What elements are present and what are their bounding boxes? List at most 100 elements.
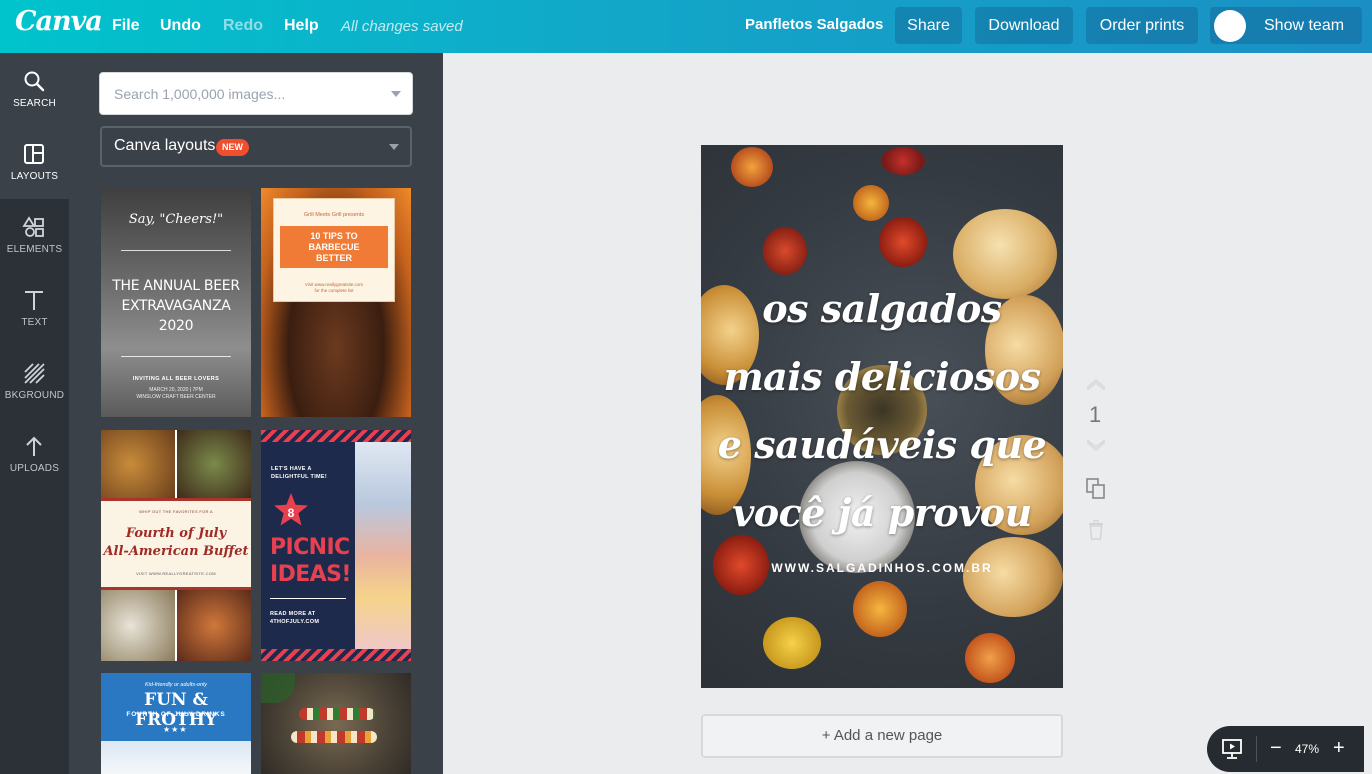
trash-icon[interactable] xyxy=(1088,520,1104,540)
template-url: READ MORE AT 4THOFJULY.COM xyxy=(270,611,320,625)
redo-button[interactable]: Redo xyxy=(223,17,263,35)
zoom-level: 47% xyxy=(1295,742,1320,756)
template-fourth-of-july-buffet[interactable]: WHIP OUT THE FAVORITES FOR A Fourth of J… xyxy=(101,430,251,661)
template-card: WHIP OUT THE FAVORITES FOR A Fourth of J… xyxy=(101,501,251,587)
stripe-border xyxy=(261,430,411,442)
template-pretitle: Kid-friendly or adults-only xyxy=(144,682,208,688)
chevron-down-icon xyxy=(389,144,399,150)
skewer-photo xyxy=(291,731,377,743)
design-page[interactable]: os salgados mais deliciosos e saudáveis … xyxy=(701,145,1063,688)
file-menu[interactable]: File xyxy=(112,17,140,35)
search-icon xyxy=(24,71,45,92)
zoom-in-button[interactable]: + xyxy=(1333,737,1345,759)
sidebar-item-label: ELEMENTS xyxy=(6,244,63,255)
text-icon xyxy=(25,291,43,310)
food-image xyxy=(963,537,1063,617)
flower-image xyxy=(731,147,773,187)
template-pretitle: Grill Meets Grill presents xyxy=(303,212,365,218)
drink-photo xyxy=(101,741,251,774)
template-title: PICNIC IDEAS! xyxy=(270,535,351,587)
template-title: 10 TIPS TO BARBECUE BETTER xyxy=(280,226,388,268)
flower-image xyxy=(853,185,889,221)
food-photo xyxy=(101,430,175,498)
leaf-photo xyxy=(261,673,295,703)
template-barbecue-tips[interactable]: Grill Meets Grill presents 10 TIPS TO BA… xyxy=(261,188,411,417)
star-icon: 8 xyxy=(274,493,308,526)
design-url[interactable]: WWW.SALGADINHOS.COM.BR xyxy=(701,561,1063,575)
sidebar-item-label: UPLOADS xyxy=(9,463,60,474)
template-details: MARCH 20, 2020 | 7PM WINSLOW CRAFT BEER … xyxy=(136,387,216,400)
sidebar-item-label: BKGROUND xyxy=(4,390,65,401)
template-subtitle: FOURTH OF JULY DRINKS xyxy=(126,711,226,718)
background-icon xyxy=(24,363,45,384)
elements-icon xyxy=(22,216,44,237)
undo-button[interactable]: Undo xyxy=(160,17,201,35)
flower-image xyxy=(879,217,927,267)
share-button[interactable]: Share xyxy=(895,7,962,44)
present-icon[interactable] xyxy=(1221,738,1243,760)
picnic-photo xyxy=(355,442,411,649)
sidebar-rail: SEARCH LAYOUTS ELEMENTS TEXT BKGROUND UP… xyxy=(0,53,69,774)
zoom-controls: − 47% + xyxy=(1207,726,1364,772)
food-photo xyxy=(177,590,251,661)
food-photo xyxy=(101,590,175,661)
design-headline[interactable]: os salgados mais deliciosos e saudáveis … xyxy=(701,275,1063,547)
sidebar-item-layouts[interactable]: LAYOUTS xyxy=(0,126,69,199)
layouts-dropdown[interactable]: Canva layouts NEW xyxy=(100,126,412,167)
layouts-icon xyxy=(24,144,44,164)
flower-image xyxy=(763,227,807,275)
sidebar-item-background[interactable]: BKGROUND xyxy=(0,345,69,418)
template-url: VISIT WWW.REALLYGREATSITE.COM xyxy=(136,571,216,576)
template-url: Visit www.reallygreatsite.com for the co… xyxy=(304,282,364,293)
flower-image xyxy=(881,147,925,175)
template-pretitle: WHIP OUT THE FAVORITES FOR A xyxy=(139,509,213,514)
divider xyxy=(270,598,346,599)
search-input[interactable] xyxy=(114,83,374,105)
template-skewers[interactable] xyxy=(261,673,411,774)
copy-page-icon[interactable] xyxy=(1086,478,1106,500)
template-beer-extravaganza[interactable]: Say, "Cheers!" THE ANNUAL BEER EXTRAVAGA… xyxy=(101,188,251,417)
template-subtitle: INVITING ALL BEER LOVERS xyxy=(132,376,220,382)
sidebar-item-label: LAYOUTS xyxy=(10,171,59,182)
divider xyxy=(121,250,231,251)
help-menu[interactable]: Help xyxy=(284,17,319,35)
skewer-photo xyxy=(299,708,375,720)
download-button[interactable]: Download xyxy=(975,7,1073,44)
chevron-down-icon[interactable] xyxy=(1085,440,1107,452)
layouts-panel: Canva layouts NEW Say, "Cheers!" THE ANN… xyxy=(69,53,443,774)
zoom-out-button[interactable]: − xyxy=(1270,737,1282,759)
sidebar-item-uploads[interactable]: UPLOADS xyxy=(0,418,69,491)
sidebar-item-text[interactable]: TEXT xyxy=(0,272,69,345)
food-photo xyxy=(177,430,251,498)
document-title[interactable]: Panfletos Salgados xyxy=(745,16,883,33)
add-page-button[interactable]: + Add a new page xyxy=(701,714,1063,758)
flower-image xyxy=(965,633,1015,683)
flower-image xyxy=(853,581,907,637)
template-picnic-ideas[interactable]: LET'S HAVE A DELIGHTFUL TIME! 8 PICNIC I… xyxy=(261,430,411,661)
star-number: 8 xyxy=(288,506,295,520)
template-title: THE ANNUAL BEER EXTRAVAGANZA 2020 xyxy=(112,278,240,334)
page-number: 1 xyxy=(1089,402,1102,427)
divider xyxy=(1256,736,1257,762)
stripe-border xyxy=(261,649,411,661)
order-prints-button[interactable]: Order prints xyxy=(1086,7,1198,44)
chevron-up-icon[interactable] xyxy=(1085,378,1107,390)
chevron-down-icon[interactable] xyxy=(391,91,401,97)
layouts-dropdown-label: Canva layouts xyxy=(114,137,216,154)
avatar[interactable] xyxy=(1214,10,1246,42)
template-fun-and-frothy[interactable]: Kid-friendly or adults-only FUN & FROTHY… xyxy=(101,673,251,774)
canva-logo[interactable]: Canva xyxy=(15,6,103,37)
uploads-icon xyxy=(26,436,42,456)
star-icon: ★★★ xyxy=(163,725,188,734)
template-tagline: Say, "Cheers!" xyxy=(128,212,224,227)
template-pretitle: LET'S HAVE A DELIGHTFUL TIME! xyxy=(271,466,328,480)
image-search-box[interactable] xyxy=(99,72,413,115)
divider xyxy=(121,356,231,357)
sidebar-item-elements[interactable]: ELEMENTS xyxy=(0,199,69,272)
sidebar-item-label: SEARCH xyxy=(13,98,56,109)
new-badge: NEW xyxy=(216,139,249,156)
template-title: Fourth of July All-American Buffet xyxy=(103,526,249,559)
top-bar: Canva File Undo Redo Help All changes sa… xyxy=(0,0,1372,53)
save-status: All changes saved xyxy=(341,18,463,35)
sidebar-item-search[interactable]: SEARCH xyxy=(0,53,69,126)
